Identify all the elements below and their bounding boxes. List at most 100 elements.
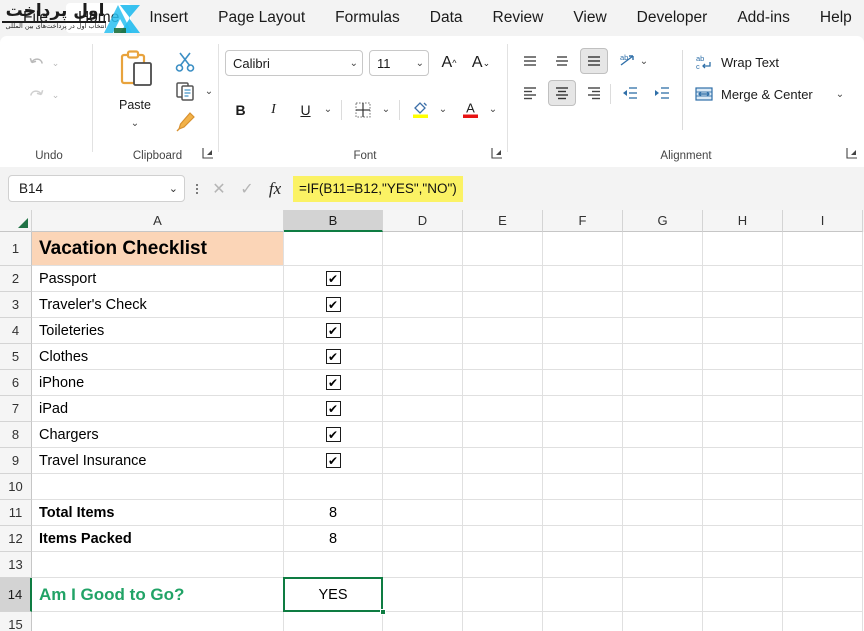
cell-I9[interactable] xyxy=(783,448,863,474)
orientation-chevron-icon[interactable]: ⌄ xyxy=(636,48,652,74)
ribbon-tab-developer[interactable]: Developer xyxy=(625,3,720,33)
cell-A13[interactable] xyxy=(32,552,284,578)
row-header-14[interactable]: 14 xyxy=(0,578,32,612)
cell-E5[interactable] xyxy=(463,344,543,370)
checkbox-checked-icon[interactable]: ✔ xyxy=(325,453,341,468)
cell-F15[interactable] xyxy=(543,612,623,631)
merge-center-button[interactable]: Merge & Center xyxy=(692,80,842,108)
cell-D9[interactable] xyxy=(383,448,463,474)
cell-I13[interactable] xyxy=(783,552,863,578)
cell-A5[interactable]: Clothes xyxy=(32,344,284,370)
cell-A3[interactable]: Traveler's Check xyxy=(32,292,284,318)
cell-F14[interactable] xyxy=(543,578,623,612)
column-header-E[interactable]: E xyxy=(463,210,543,232)
cell-H12[interactable] xyxy=(703,526,783,552)
cell-F12[interactable] xyxy=(543,526,623,552)
fill-color-chevron-icon[interactable]: ⌄ xyxy=(435,96,451,123)
redo-button[interactable]: ⌄ xyxy=(14,80,72,110)
align-bottom-button[interactable] xyxy=(580,48,608,74)
row-header-7[interactable]: 7 xyxy=(0,396,32,422)
cell-G1[interactable] xyxy=(623,232,703,266)
row-header-11[interactable]: 11 xyxy=(0,500,32,526)
column-header-A[interactable]: A xyxy=(32,210,284,232)
column-header-I[interactable]: I xyxy=(783,210,863,232)
increase-font-size-button[interactable]: A ^ xyxy=(435,50,463,76)
cell-D13[interactable] xyxy=(383,552,463,578)
cell-F9[interactable] xyxy=(543,448,623,474)
cell-E6[interactable] xyxy=(463,370,543,396)
align-center-button[interactable] xyxy=(548,80,576,106)
cell-A15[interactable] xyxy=(32,612,284,631)
italic-button[interactable]: I xyxy=(260,96,287,123)
cell-D3[interactable] xyxy=(383,292,463,318)
wrap-text-button[interactable]: ab c Wrap Text xyxy=(692,48,842,76)
checkbox-checked-icon[interactable]: ✔ xyxy=(325,401,341,416)
cell-E15[interactable] xyxy=(463,612,543,631)
cell-H11[interactable] xyxy=(703,500,783,526)
cell-I14[interactable] xyxy=(783,578,863,612)
fill-color-button[interactable] xyxy=(407,96,434,123)
cell-I4[interactable] xyxy=(783,318,863,344)
undo-button[interactable]: ⌄ xyxy=(14,48,72,78)
cell-F2[interactable] xyxy=(543,266,623,292)
ribbon-tab-add-ins[interactable]: Add-ins xyxy=(725,3,802,33)
cell-I1[interactable] xyxy=(783,232,863,266)
cell-H5[interactable] xyxy=(703,344,783,370)
row-header-9[interactable]: 9 xyxy=(0,448,32,474)
cell-E9[interactable] xyxy=(463,448,543,474)
align-left-button[interactable] xyxy=(516,80,544,106)
cell-G4[interactable] xyxy=(623,318,703,344)
cell-D10[interactable] xyxy=(383,474,463,500)
cell-G11[interactable] xyxy=(623,500,703,526)
cell-D7[interactable] xyxy=(383,396,463,422)
row-header-6[interactable]: 6 xyxy=(0,370,32,396)
cell-B11[interactable]: 8 xyxy=(284,500,383,526)
select-all-button[interactable] xyxy=(0,210,32,232)
column-header-D[interactable]: D xyxy=(383,210,463,232)
borders-button[interactable] xyxy=(349,96,376,123)
cell-B1[interactable] xyxy=(284,232,383,266)
cell-E10[interactable] xyxy=(463,474,543,500)
row-header-12[interactable]: 12 xyxy=(0,526,32,552)
cell-G7[interactable] xyxy=(623,396,703,422)
cell-F7[interactable] xyxy=(543,396,623,422)
row-header-8[interactable]: 8 xyxy=(0,422,32,448)
cell-H2[interactable] xyxy=(703,266,783,292)
cell-E11[interactable] xyxy=(463,500,543,526)
confirm-entry-button[interactable]: ✓ xyxy=(233,175,261,202)
column-header-G[interactable]: G xyxy=(623,210,703,232)
copy-chevron-icon[interactable]: ⌄ xyxy=(201,78,217,105)
cell-F13[interactable] xyxy=(543,552,623,578)
ribbon-tab-help[interactable]: Help xyxy=(808,3,864,33)
cell-B12[interactable]: 8 xyxy=(284,526,383,552)
cell-H9[interactable] xyxy=(703,448,783,474)
checkbox-checked-icon[interactable]: ✔ xyxy=(325,323,341,338)
cell-E13[interactable] xyxy=(463,552,543,578)
ribbon-tab-view[interactable]: View xyxy=(561,3,618,33)
ribbon-tab-insert[interactable]: Insert xyxy=(137,3,200,33)
cell-I10[interactable] xyxy=(783,474,863,500)
increase-indent-button[interactable] xyxy=(648,80,676,106)
row-header-5[interactable]: 5 xyxy=(0,344,32,370)
row-header-3[interactable]: 3 xyxy=(0,292,32,318)
column-header-B[interactable]: B xyxy=(284,210,383,232)
cell-B9[interactable]: ✔ xyxy=(284,448,383,474)
cell-I11[interactable] xyxy=(783,500,863,526)
cell-F4[interactable] xyxy=(543,318,623,344)
cell-E8[interactable] xyxy=(463,422,543,448)
cell-A1[interactable]: Vacation Checklist xyxy=(32,232,284,266)
cell-E12[interactable] xyxy=(463,526,543,552)
cell-H6[interactable] xyxy=(703,370,783,396)
cell-F3[interactable] xyxy=(543,292,623,318)
formula-input[interactable]: =IF(B11=B12,"YES","NO") xyxy=(293,175,463,202)
row-header-4[interactable]: 4 xyxy=(0,318,32,344)
cell-A6[interactable]: iPhone xyxy=(32,370,284,396)
cell-H4[interactable] xyxy=(703,318,783,344)
cut-button[interactable] xyxy=(171,48,199,74)
cell-D11[interactable] xyxy=(383,500,463,526)
font-color-chevron-icon[interactable]: ⌄ xyxy=(485,96,501,123)
cell-G8[interactable] xyxy=(623,422,703,448)
name-box[interactable]: B14 ⌄ xyxy=(8,175,185,202)
cell-H14[interactable] xyxy=(703,578,783,612)
formula-bar-options-icon[interactable] xyxy=(189,175,205,202)
